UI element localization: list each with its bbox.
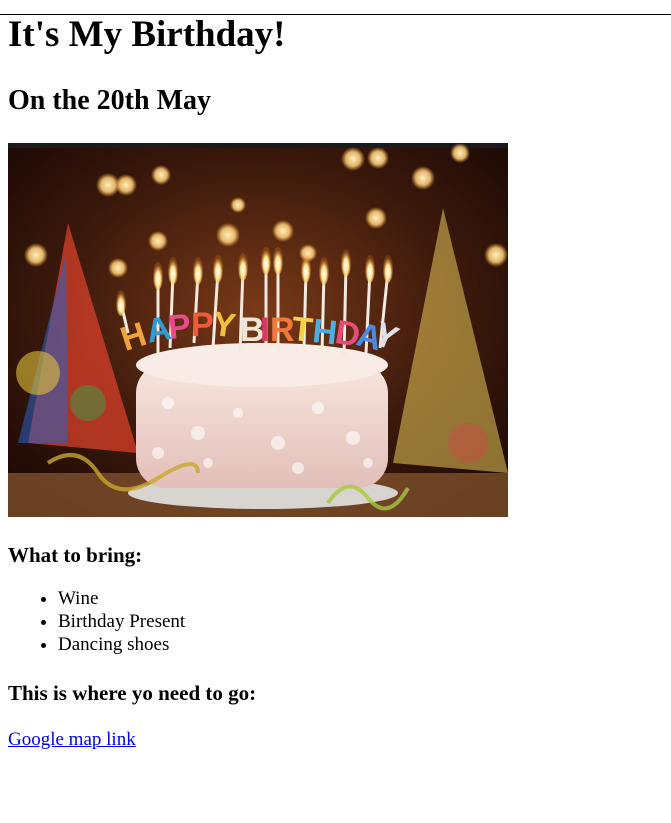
page-content: It's My Birthday! On the 20th May H A P … [0, 14, 671, 751]
google-map-link[interactable]: Google map link [8, 729, 136, 751]
location-heading: This is where yo need to go: [8, 681, 257, 705]
svg-text:I: I [260, 311, 269, 349]
birthday-cake-image: H A P P Y B I R T H D A Y [8, 143, 508, 517]
svg-text:P: P [166, 307, 193, 347]
list-item: Wine [58, 587, 663, 610]
list-item: Dancing shoes [58, 633, 663, 656]
what-to-bring-heading: What to bring: [8, 543, 143, 567]
list-item: Birthday Present [58, 610, 663, 633]
bring-list: Wine Birthday Present Dancing shoes [8, 587, 663, 656]
page-subtitle: On the 20th May [8, 85, 211, 116]
cake [136, 343, 388, 488]
page-title: It's My Birthday! [8, 14, 286, 55]
top-border-line [0, 14, 671, 15]
